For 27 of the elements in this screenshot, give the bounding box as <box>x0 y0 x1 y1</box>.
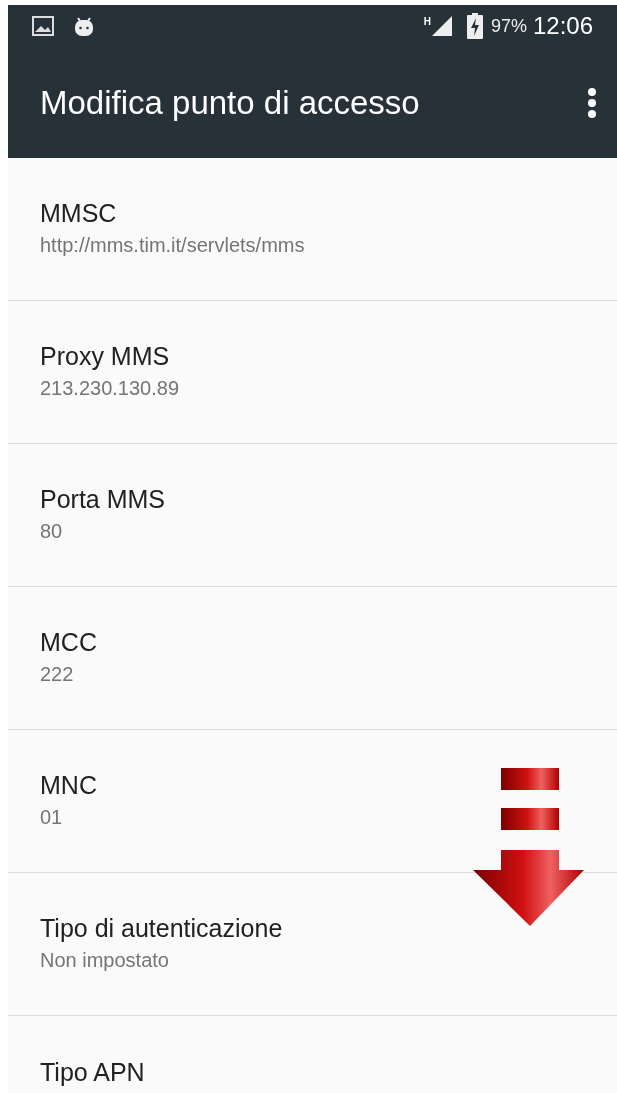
setting-title: Porta MMS <box>40 484 167 515</box>
toolbar-title: Modifica punto di accesso <box>40 82 421 123</box>
setting-value: 80 <box>40 519 64 544</box>
signal-icon <box>430 15 453 37</box>
network-type-label: H <box>423 15 431 29</box>
settings-item[interactable]: Porta MMS 80 <box>8 444 617 587</box>
settings-item[interactable]: Proxy MMS 213.230.130.89 <box>8 301 617 444</box>
setting-title: MCC <box>40 627 98 658</box>
down-arrow-icon <box>473 768 584 926</box>
setting-value: Non impostato <box>40 948 170 973</box>
image-notification-icon <box>32 16 54 36</box>
settings-item[interactable]: Tipo APN <box>8 1016 617 1093</box>
setting-title: Tipo APN <box>40 1057 146 1088</box>
battery-percentage: 97% <box>490 14 527 38</box>
setting-value: 222 <box>40 662 75 687</box>
battery-charging-icon <box>466 13 483 39</box>
setting-value: 213.230.130.89 <box>40 376 181 401</box>
settings-item[interactable]: MMSC http://mms.tim.it/servlets/mms <box>8 158 617 301</box>
setting-title: MMSC <box>40 198 118 229</box>
settings-item[interactable]: MCC 222 <box>8 587 617 730</box>
setting-value: 01 <box>40 805 64 830</box>
setting-value: http://mms.tim.it/servlets/mms <box>40 233 306 258</box>
clock-time: 12:06 <box>532 11 593 41</box>
setting-title: Proxy MMS <box>40 341 171 372</box>
setting-title: MNC <box>40 770 98 801</box>
overflow-menu-icon[interactable] <box>587 86 597 119</box>
setting-title: Tipo di autenticazione <box>40 913 284 944</box>
